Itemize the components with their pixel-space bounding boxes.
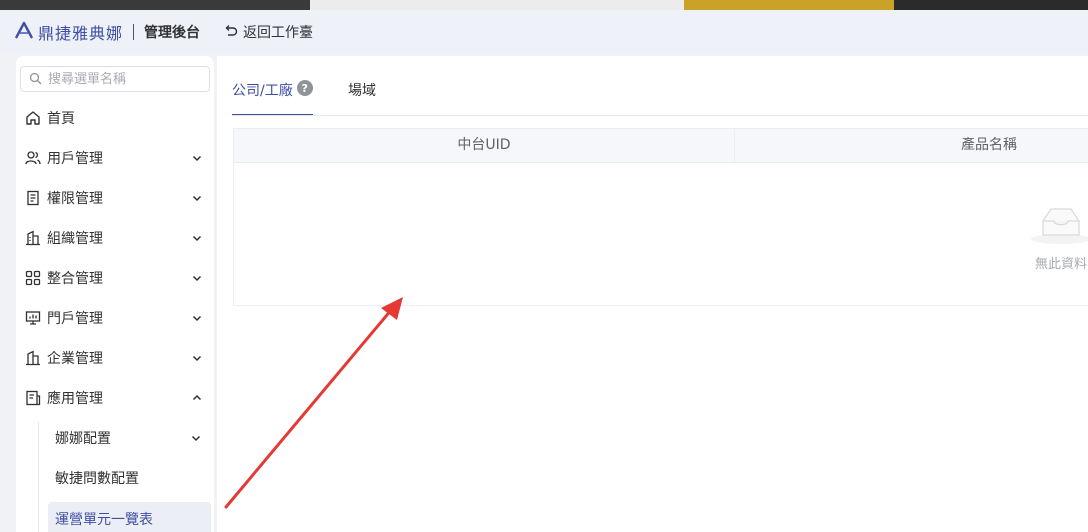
top-strip: [0, 0, 1088, 10]
sidebar-item-organization[interactable]: 組織管理: [16, 218, 214, 258]
chevron-down-icon: [190, 191, 204, 205]
data-table: 中台UID 產品名稱 無此資料: [233, 128, 1088, 306]
sidebar-item-label: 權限管理: [47, 191, 103, 207]
home-icon: [24, 109, 42, 127]
header-divider: [133, 24, 135, 40]
grid-icon: [24, 269, 42, 287]
tabs-underline: [232, 115, 1088, 116]
monitor-icon: [24, 309, 42, 327]
top-strip-dark: [0, 0, 310, 10]
empty-inbox-icon: [1029, 201, 1088, 249]
sidebar-item-enterprise[interactable]: 企業管理: [16, 338, 214, 378]
sidebar-item-applications[interactable]: 應用管理: [16, 378, 214, 418]
back-to-workbench-button[interactable]: 返回工作臺: [224, 22, 313, 42]
sidebar-item-label: 組織管理: [47, 231, 103, 247]
chevron-down-icon: [190, 311, 204, 325]
logo-icon: [14, 21, 34, 43]
empty-text: 無此資料: [1034, 257, 1087, 272]
chevron-down-icon: [190, 151, 204, 165]
chevron-down-icon: [189, 431, 203, 445]
sidebar-item-label: 門戶管理: [47, 311, 103, 327]
sidebar-item-portal[interactable]: 門戶管理: [16, 298, 214, 338]
sidebar-subitem-label: 敏捷問數配置: [55, 471, 139, 487]
logo[interactable]: 鼎捷雅典娜: [14, 20, 123, 44]
sidebar-subitem-label: 運營單元一覽表: [55, 512, 153, 528]
undo-icon: [224, 23, 243, 41]
sidebar-item-label: 企業管理: [47, 351, 103, 367]
logo-text: 鼎捷雅典娜: [38, 24, 124, 43]
sidebar-subitem-nana-config[interactable]: 娜娜配置: [48, 421, 211, 455]
back-label: 返回工作臺: [243, 25, 314, 41]
tab-label: 場域: [348, 83, 376, 99]
sidebar-item-label: 應用管理: [47, 391, 103, 407]
organization-icon: [24, 229, 42, 247]
sidebar-subitem-label: 娜娜配置: [55, 431, 111, 447]
search-icon: [29, 70, 42, 89]
chevron-down-icon: [190, 231, 204, 245]
column-header-uid[interactable]: 中台UID: [234, 129, 734, 162]
tab-site[interactable]: 場域: [348, 80, 376, 116]
submenu-guide-line: [38, 422, 39, 532]
admin-title: 管理後台: [144, 25, 201, 41]
building-icon: [24, 349, 42, 367]
sidebar-item-label: 用戶管理: [47, 151, 103, 167]
column-header-product-name[interactable]: 產品名稱: [735, 129, 1088, 162]
tab-company-factory[interactable]: 公司/工廠 ?: [232, 80, 313, 116]
empty-state: 無此資料: [1029, 201, 1088, 272]
top-strip-dark-right: [894, 0, 1088, 10]
menu-search-input[interactable]: [46, 70, 200, 88]
sidebar-item-integration[interactable]: 整合管理: [16, 258, 214, 298]
chevron-down-icon: [190, 271, 204, 285]
sidebar-item-label: 整合管理: [47, 271, 103, 287]
chevron-up-icon: [190, 391, 204, 405]
sidebar: 首頁 用戶管理 權限管理 組織管理 整合管理 門戶管理: [16, 56, 214, 532]
users-icon: [24, 149, 42, 167]
sidebar-item-users[interactable]: 用戶管理: [16, 138, 214, 178]
help-icon[interactable]: ?: [296, 80, 313, 96]
chevron-down-icon: [190, 351, 204, 365]
app-header: 鼎捷雅典娜 管理後台 返回工作臺: [0, 10, 1088, 54]
sidebar-subitem-operating-unit-list[interactable]: 運營單元一覽表: [48, 502, 211, 532]
sidebar-subitem-agile-query-config[interactable]: 敏捷問數配置: [48, 461, 211, 495]
top-strip-yellow: [684, 0, 894, 10]
sidebar-item-home[interactable]: 首頁: [16, 98, 214, 138]
tab-label: 公司/工廠: [232, 83, 293, 99]
menu-search-box[interactable]: [20, 66, 210, 92]
app-icon: [24, 389, 42, 407]
table-header: 中台UID 產品名稱: [234, 129, 1088, 163]
sidebar-item-permissions[interactable]: 權限管理: [16, 178, 214, 218]
document-icon: [24, 189, 42, 207]
sidebar-item-label: 首頁: [47, 111, 75, 127]
main-content: 公司/工廠 ? 場域 中台UID 產品名稱 無此資料: [217, 56, 1088, 532]
